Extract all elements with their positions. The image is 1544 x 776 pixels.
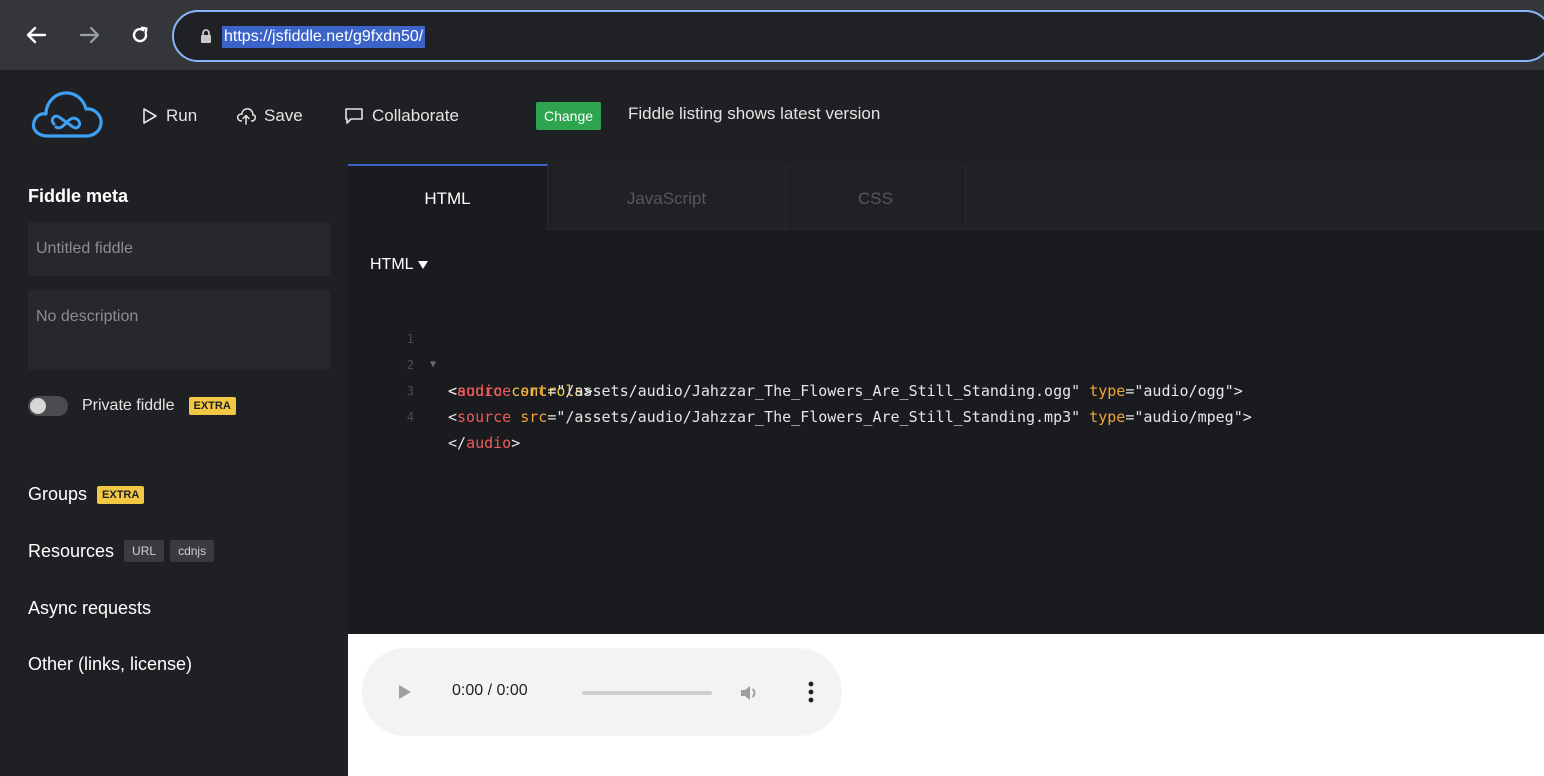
jsfiddle-cloud-logo-icon[interactable] bbox=[30, 84, 104, 149]
collaborate-label: Collaborate bbox=[372, 106, 459, 125]
line-number: 4 bbox=[406, 410, 414, 424]
play-icon bbox=[143, 108, 157, 124]
fiddle-meta-sidebar: Fiddle meta Untitled fiddle No descripti… bbox=[0, 164, 348, 776]
code-editor-panel: HTML JavaScript CSS HTML 1 ▼ <audio cont… bbox=[348, 164, 1544, 634]
caret-down-icon bbox=[417, 261, 428, 269]
groups-item[interactable]: Groups EXTRA bbox=[28, 484, 145, 505]
more-options-icon[interactable] bbox=[808, 680, 814, 709]
fiddle-meta-title: Fiddle meta bbox=[28, 186, 129, 206]
browser-toolbar: https://jsfiddle.net/g9fxdn50/ bbox=[0, 0, 1544, 70]
editor-tabs: HTML JavaScript CSS bbox=[348, 164, 1544, 230]
play-icon[interactable] bbox=[398, 684, 412, 705]
back-icon[interactable] bbox=[22, 20, 50, 50]
run-label: Run bbox=[166, 106, 198, 125]
url-text[interactable]: https://jsfiddle.net/g9fxdn50/ bbox=[222, 26, 426, 48]
async-requests-item[interactable]: Async requests bbox=[28, 598, 151, 619]
cloud-upload-icon bbox=[236, 108, 256, 125]
code-line: 4 </audio> bbox=[348, 378, 1544, 452]
resources-url-button[interactable]: URL bbox=[124, 540, 165, 562]
private-fiddle-row: Private fiddle EXTRA bbox=[28, 396, 236, 416]
run-button[interactable]: Run bbox=[142, 104, 197, 128]
result-panel: 0:00 / 0:00 bbox=[348, 634, 1544, 776]
collaborate-button[interactable]: Collaborate bbox=[344, 104, 459, 128]
chat-bubble-icon bbox=[345, 108, 363, 124]
tab-css[interactable]: CSS bbox=[786, 164, 966, 230]
resources-cdnjs-button[interactable]: cdnjs bbox=[170, 540, 215, 562]
listing-status-text: Fiddle listing shows latest version bbox=[628, 104, 881, 123]
address-bar[interactable]: https://jsfiddle.net/g9fxdn50/ bbox=[172, 10, 1544, 62]
forward-icon[interactable] bbox=[76, 20, 104, 50]
volume-icon[interactable] bbox=[738, 682, 760, 709]
fiddle-name-input[interactable]: Untitled fiddle bbox=[28, 222, 330, 276]
resources-label: Resources bbox=[28, 540, 115, 561]
code-text: </audio> bbox=[448, 434, 521, 452]
audio-progress-bar[interactable] bbox=[582, 691, 712, 695]
language-select[interactable]: HTML bbox=[370, 256, 428, 274]
audio-player: 0:00 / 0:00 bbox=[362, 648, 842, 736]
fiddle-description-input[interactable]: No description bbox=[28, 290, 330, 370]
other-links-license-label: Other (links, license) bbox=[28, 654, 193, 674]
reload-icon[interactable] bbox=[126, 20, 154, 50]
app-header: Run Save Collaborate Change Fiddle listi… bbox=[0, 70, 1544, 164]
resources-item[interactable]: Resources URL cdnjs bbox=[28, 540, 215, 562]
code-line: 2 <source src="/assets/audio/Jahzzar_The… bbox=[348, 326, 1544, 400]
audio-time-display: 0:00 / 0:00 bbox=[452, 682, 528, 699]
code-text: <source src="/assets/audio/Jahzzar_The_F… bbox=[448, 408, 1252, 426]
language-select-label: HTML bbox=[370, 256, 414, 273]
code-line: 1 ▼ <audio controls> bbox=[348, 300, 1544, 400]
save-button[interactable]: Save bbox=[236, 104, 303, 128]
tab-javascript[interactable]: JavaScript bbox=[548, 164, 786, 230]
groups-label: Groups bbox=[28, 484, 88, 504]
private-fiddle-toggle[interactable] bbox=[28, 396, 68, 416]
toggle-knob bbox=[30, 398, 46, 414]
change-button[interactable]: Change bbox=[536, 102, 602, 130]
extra-badge: EXTRA bbox=[97, 485, 145, 504]
other-links-license-item[interactable]: Other (links, license) bbox=[28, 654, 192, 675]
async-requests-label: Async requests bbox=[28, 598, 152, 618]
save-label: Save bbox=[264, 106, 303, 125]
lock-icon[interactable] bbox=[200, 28, 212, 49]
code-line: 3 <source src="/assets/audio/Jahzzar_The… bbox=[348, 352, 1544, 426]
tab-html[interactable]: HTML bbox=[348, 164, 548, 230]
private-fiddle-label: Private fiddle bbox=[82, 397, 175, 414]
code-area[interactable]: 1 ▼ <audio controls> 2 <source src="/ass… bbox=[348, 300, 1544, 452]
extra-badge: EXTRA bbox=[188, 397, 236, 415]
